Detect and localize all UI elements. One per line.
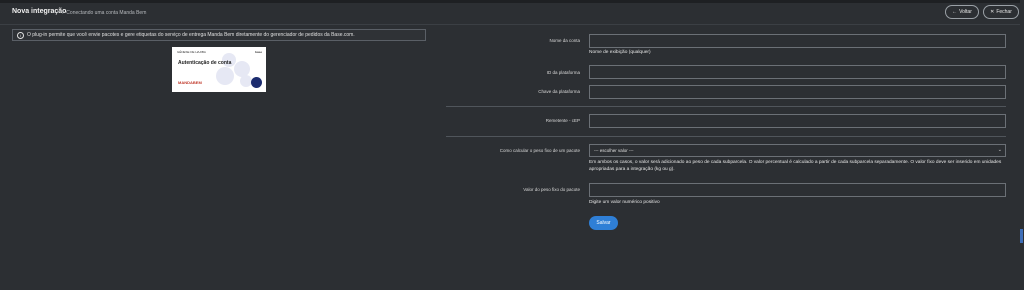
fixed-weight-method-value: --- escolher valor --- — [594, 148, 634, 153]
top-strip — [0, 0, 1024, 3]
account-name-help: Nome de exibição (qualquer) — [589, 50, 651, 55]
sender-zip-label: Remetente - cEP — [545, 118, 580, 123]
save-button[interactable]: Salvar — [589, 216, 618, 230]
header-divider — [0, 24, 1024, 25]
fixed-weight-method-label: Como calcular o peso fixo de um pacote — [499, 148, 580, 153]
close-icon: ✕ — [990, 9, 995, 15]
play-icon — [251, 77, 262, 88]
breadcrumb: > Conectando uma conta Manda Bem — [62, 10, 147, 16]
scrollbar-thumb[interactable] — [1020, 229, 1023, 243]
sender-zip-input[interactable] — [589, 114, 1006, 128]
preview-heading: Autenticação de conta — [178, 60, 232, 66]
close-button[interactable]: ✕ Fechar — [983, 5, 1019, 19]
close-button-label: Fechar — [996, 9, 1012, 15]
back-button[interactable]: ← Voltar — [945, 5, 979, 19]
fixed-weight-value-label: Valor do peso fixo do pacote — [523, 187, 580, 192]
arrow-left-icon: ← — [952, 9, 958, 15]
platform-key-label: Chave da plataforma — [538, 89, 580, 94]
auth-preview-image: GÊNESE DE HAJIBA base Autenticação de co… — [172, 47, 266, 92]
account-name-input[interactable] — [589, 34, 1006, 48]
preview-header-left: GÊNESE DE HAJIBA — [177, 50, 206, 54]
platform-id-label: ID da plataforma — [546, 70, 580, 75]
info-banner: i O plug-in permite que você envie pacot… — [12, 29, 426, 41]
save-button-label: Salvar — [596, 220, 611, 226]
fixed-weight-method-select[interactable]: --- escolher valor --- ⌄ — [589, 144, 1006, 157]
manda-bem-logo: MANDABEM — [178, 80, 202, 85]
back-button-label: Voltar — [959, 9, 972, 15]
fixed-weight-value-input[interactable] — [589, 183, 1006, 197]
account-name-label: Nome da conta — [549, 38, 580, 43]
fixed-weight-method-help: Em ambos os casos, o valor será adiciona… — [589, 160, 1002, 172]
info-banner-text: O plug-in permite que você envie pacotes… — [27, 32, 355, 38]
preview-header-right: base — [255, 50, 262, 54]
platform-key-input[interactable] — [589, 85, 1006, 99]
info-icon: i — [17, 31, 24, 39]
section-divider — [446, 136, 1006, 137]
decor-circle — [216, 67, 234, 85]
fixed-weight-value-help: Digite um valor numérico positivo — [589, 200, 660, 205]
chevron-down-icon: ⌄ — [997, 147, 1002, 153]
page-title: Nova integração — [12, 8, 67, 15]
scrollbar[interactable] — [1020, 0, 1024, 290]
platform-id-input[interactable] — [589, 65, 1006, 79]
section-divider — [446, 106, 1006, 107]
